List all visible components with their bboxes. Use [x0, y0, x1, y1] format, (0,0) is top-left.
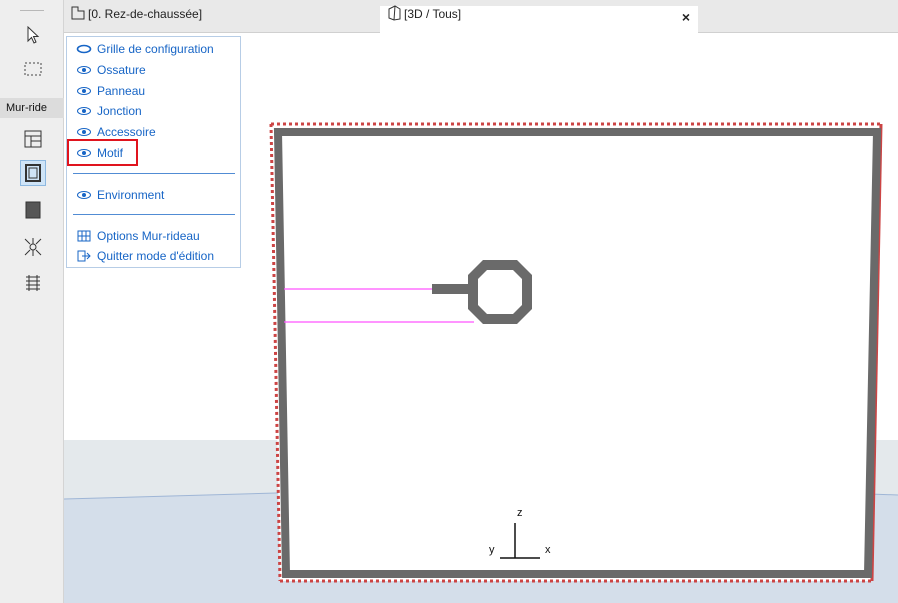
curtain-wall[interactable]	[269, 122, 883, 583]
axis-y-label: y	[489, 544, 495, 556]
tab-floor-plan[interactable]: [0. Rez-de-chaussée]	[70, 5, 380, 33]
arrow-pointer-icon	[27, 26, 40, 44]
marquee-tool[interactable]	[20, 56, 46, 82]
menu-item-label: Options Mur-rideau	[97, 229, 200, 243]
cube-3d-icon	[386, 5, 402, 24]
eye-icon	[75, 190, 93, 200]
menu-item-label: Quitter mode d'édition	[97, 249, 215, 263]
menu-separator	[73, 214, 235, 215]
menu-item-environment[interactable]: Environment	[75, 186, 164, 204]
panel-tool[interactable]	[20, 197, 46, 223]
close-tab-icon[interactable]: ×	[682, 9, 690, 25]
tab-3d-view[interactable]: [3D / Tous] ×	[380, 5, 698, 33]
menu-item-label: Environment	[97, 188, 165, 202]
exit-icon	[75, 250, 93, 262]
motif-highlight-box	[67, 139, 138, 166]
grid-tool[interactable]	[20, 126, 46, 152]
junction-icon	[24, 238, 42, 256]
grid-options-icon	[75, 230, 93, 242]
marquee-icon	[24, 62, 42, 76]
tab-bar: [0. Rez-de-chaussée] [3D / Tous] ×	[64, 0, 898, 33]
menu-item-panneau[interactable]: Panneau	[75, 82, 145, 100]
menu-item-quit[interactable]: Quitter mode d'édition	[75, 247, 214, 265]
grid-layout-icon	[24, 130, 42, 148]
accessory-tool[interactable]	[20, 270, 46, 296]
panel-icon	[25, 201, 41, 219]
tab-3d-view-label: [3D / Tous]	[404, 7, 462, 21]
menu-item-options[interactable]: Options Mur-rideau	[75, 227, 200, 245]
menu-separator	[73, 173, 235, 174]
arrow-tool[interactable]	[20, 22, 46, 48]
toolbox-section-label: Mur-ride	[0, 98, 64, 118]
eye-icon	[75, 86, 93, 96]
eye-closed-icon	[75, 44, 93, 54]
toolbox: Mur-ride	[0, 0, 64, 603]
menu-item-grille[interactable]: Grille de configuration	[75, 40, 214, 58]
eye-icon	[75, 65, 93, 75]
menu-item-ossature[interactable]: Ossature	[75, 61, 146, 79]
frame-icon	[25, 164, 41, 182]
menu-item-label: Grille de configuration	[97, 42, 214, 56]
axis-x-label: x	[545, 544, 551, 556]
accessory-icon	[26, 275, 40, 291]
menu-item-label: Jonction	[97, 104, 142, 118]
curtain-wall-panel	[271, 125, 881, 581]
tab-floor-plan-label: [0. Rez-de-chaussée]	[88, 7, 203, 21]
eye-icon	[75, 127, 93, 137]
menu-item-label: Ossature	[97, 63, 146, 77]
menu-item-label: Accessoire	[97, 125, 156, 139]
menu-item-label: Panneau	[97, 84, 146, 98]
junction-tool[interactable]	[20, 234, 46, 260]
eye-icon	[75, 106, 93, 116]
frame-tool[interactable]	[20, 160, 46, 186]
toolbox-divider	[20, 10, 44, 11]
floor-plan-icon	[70, 5, 86, 24]
menu-item-jonction[interactable]: Jonction	[75, 102, 142, 120]
axis-z-label: z	[517, 507, 523, 519]
